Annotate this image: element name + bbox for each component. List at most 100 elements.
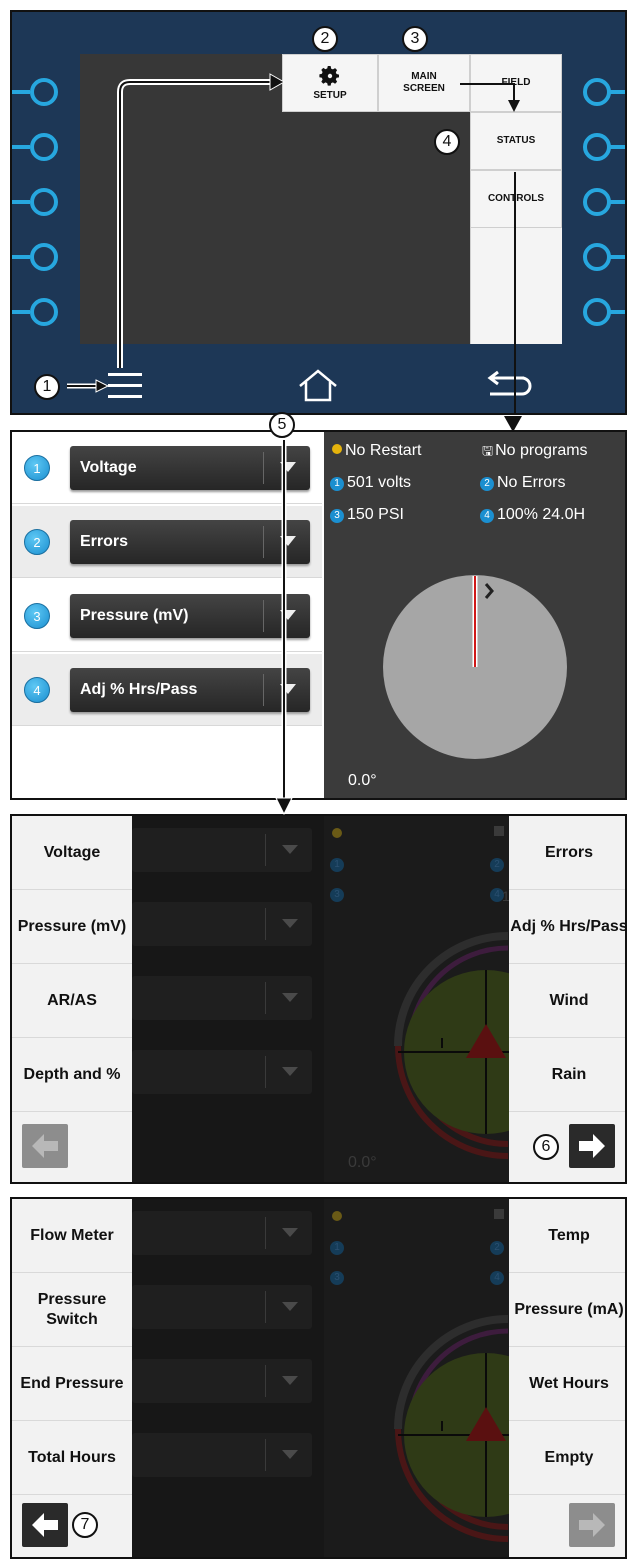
angle-readout: 0.0° <box>348 772 377 789</box>
left-option-column: Voltage Pressure (mV) AR/AS Depth and % <box>12 816 132 1182</box>
option-depth[interactable]: Depth and % <box>12 1038 132 1112</box>
annotation-arrow <box>275 440 293 816</box>
dim-select <box>132 1050 312 1094</box>
dropdown-caret-icon <box>282 845 298 854</box>
dim-select <box>132 1285 312 1329</box>
dim-select <box>132 828 312 872</box>
sensor-select-value: Pressure (mV) <box>80 607 189 624</box>
callout-6: 6 <box>533 1134 559 1160</box>
sensor-3-status: 3 150 PSI <box>330 506 404 524</box>
option-wind[interactable]: Wind <box>509 964 625 1038</box>
option-wet-hours[interactable]: Wet Hours <box>509 1347 625 1421</box>
option-end-pressure[interactable]: End Pressure <box>12 1347 132 1421</box>
option-pressure-ma[interactable]: Pressure (mA) <box>509 1273 625 1347</box>
angle-readout: 0.0° <box>348 1154 377 1171</box>
sensor-2-status: 2 No Errors <box>480 474 565 492</box>
row-number-badge: 3 <box>24 603 50 629</box>
restart-icon <box>332 1211 342 1221</box>
sensor-3-value: 150 PSI <box>347 506 404 523</box>
sensor-1-status: 1 501 volts <box>330 474 411 492</box>
option-empty[interactable]: Empty <box>509 1421 625 1495</box>
option-pressure-mv[interactable]: Pressure (mV) <box>12 890 132 964</box>
sensor-badge: 1 <box>330 858 344 872</box>
restart-icon <box>332 444 342 454</box>
dropdown-caret-icon <box>282 1376 298 1385</box>
dropdown-caret-icon <box>282 993 298 1002</box>
program-status-text: No programs <box>495 442 588 459</box>
callout-2: 2 <box>312 26 338 52</box>
restart-status-text: No Restart <box>345 442 422 459</box>
dim-status-display: 1 2 3 4 <box>324 1199 518 1557</box>
status-display: No Restart 🖫 No programs 1 501 volts 2 No E… <box>324 432 625 798</box>
sensor-badge: 1 <box>330 1241 344 1255</box>
annotation-arrowhead <box>504 416 522 432</box>
sensor-select-value: Errors <box>80 533 129 550</box>
dim-select <box>132 976 312 1020</box>
sensor-selector-page-2: 1 2 3 4 Flow Meter Pressure Switch End P… <box>10 1197 627 1559</box>
right-option-column: Temp Pressure (mA) Wet Hours Empty <box>509 1199 625 1557</box>
sensor-1-badge: 1 <box>330 477 344 491</box>
option-flow-meter[interactable]: Flow Meter <box>12 1199 132 1273</box>
sensor-selector-page-1: 1 2 3 4 1 0.0° Voltage Pressure (mV) AR/… <box>10 814 627 1184</box>
sensor-badge: 3 <box>330 888 344 902</box>
callout-5: 5 <box>269 412 295 438</box>
option-errors[interactable]: Errors <box>509 816 625 890</box>
prev-page-button <box>22 1124 68 1168</box>
option-rain[interactable]: Rain <box>509 1038 625 1112</box>
dropdown-caret-icon <box>282 1228 298 1237</box>
left-option-column: Flow Meter Pressure Switch End Pressure … <box>12 1199 132 1557</box>
sensor-select-value: Voltage <box>80 459 137 476</box>
dim-select <box>132 902 312 946</box>
next-page-button[interactable] <box>569 1124 615 1168</box>
row-number-badge: 2 <box>24 529 50 555</box>
arrow-right-icon <box>579 1513 605 1537</box>
sensor-4-value: 100% 24.0H <box>497 506 586 523</box>
sensor-badge: 4 <box>490 1271 504 1285</box>
callout-4: 4 <box>434 129 460 155</box>
callout-7: 7 <box>72 1512 98 1538</box>
restart-icon <box>332 828 342 838</box>
dim-select <box>132 1359 312 1403</box>
save-icon: 🖫 <box>482 443 494 458</box>
save-icon <box>494 826 504 836</box>
sensor-2-badge: 2 <box>480 477 494 491</box>
option-pressure-switch[interactable]: Pressure Switch <box>12 1273 132 1347</box>
dropdown-caret-icon <box>282 1302 298 1311</box>
dim-select <box>132 1433 312 1477</box>
sensor-badge: 3 <box>330 1271 344 1285</box>
sensor-badge: 2 <box>490 858 504 872</box>
sensor-select-value: Adj % Hrs/Pass <box>80 681 198 698</box>
right-option-column: Errors Adj % Hrs/Pass Wind Rain 6 <box>509 816 625 1182</box>
row-number-badge: 4 <box>24 677 50 703</box>
option-total-hours[interactable]: Total Hours <box>12 1421 132 1495</box>
sensor-3-badge: 3 <box>330 509 344 523</box>
dim-status-display: 1 2 3 4 1 0.0° <box>324 816 518 1182</box>
sensor-4-badge: 4 <box>480 509 494 523</box>
status-panel: 1 Voltage 2 Errors 3 Pressure (mV) 4 Adj… <box>10 430 627 800</box>
row-number-badge: 1 <box>24 455 50 481</box>
dropdown-caret-icon <box>282 1450 298 1459</box>
option-ar-as[interactable]: AR/AS <box>12 964 132 1038</box>
dropdown-caret-icon <box>282 1067 298 1076</box>
sensor-4-status: 4 100% 24.0H <box>480 506 585 524</box>
restart-status: No Restart <box>332 442 421 460</box>
pivot-dial <box>394 1315 518 1542</box>
program-status: 🖫 No programs <box>482 442 588 464</box>
option-adj-hrs-pass[interactable]: Adj % Hrs/Pass <box>509 890 625 964</box>
arrow-left-icon <box>32 1134 58 1158</box>
arrow-right-icon <box>579 1134 605 1158</box>
sensor-1-value: 501 volts <box>347 474 412 491</box>
callout-1: 1 <box>34 374 60 400</box>
arrow-left-icon <box>32 1513 58 1537</box>
main-screen-panel: SETUP MAIN SCREEN FIELD STATUS CONTROLS … <box>10 10 627 415</box>
annotation-arrows <box>67 73 520 413</box>
next-page-button <box>569 1503 615 1547</box>
prev-page-button[interactable] <box>22 1503 68 1547</box>
option-voltage[interactable]: Voltage <box>12 816 132 890</box>
dropdown-caret-icon <box>282 919 298 928</box>
callout-3: 3 <box>402 26 428 52</box>
pivot-dial <box>394 932 518 1159</box>
option-temp[interactable]: Temp <box>509 1199 625 1273</box>
sensor-badge: 2 <box>490 1241 504 1255</box>
sensor-2-value: No Errors <box>497 474 566 491</box>
